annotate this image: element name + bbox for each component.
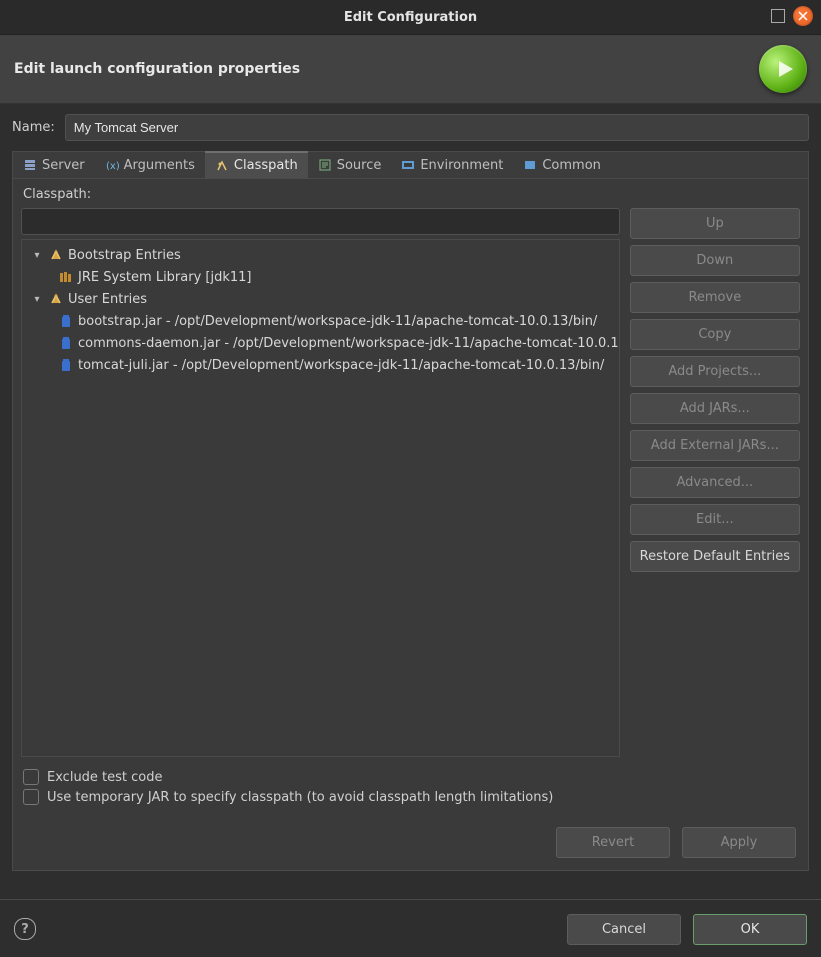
tab-arguments[interactable]: (x) Arguments	[95, 152, 205, 178]
tab-common[interactable]: Common	[513, 152, 611, 178]
collapse-icon[interactable]: ▾	[30, 250, 44, 261]
tree-label: commons-daemon.jar - /opt/Development/wo…	[78, 336, 619, 351]
exclude-test-checkbox[interactable]	[23, 769, 39, 785]
tab-classpath[interactable]: Classpath	[205, 151, 308, 178]
temp-jar-checkbox[interactable]	[23, 789, 39, 805]
name-label: Name:	[12, 120, 55, 135]
apply-button[interactable]: Apply	[682, 827, 796, 858]
titlebar: Edit Configuration	[0, 0, 821, 35]
tree-node-jar[interactable]: commons-daemon.jar - /opt/Development/wo…	[22, 332, 619, 354]
down-button[interactable]: Down	[630, 245, 800, 276]
collapse-icon[interactable]: ▾	[30, 294, 44, 305]
edit-button[interactable]: Edit...	[630, 504, 800, 535]
tree-node-jar[interactable]: tomcat-juli.jar - /opt/Development/works…	[22, 354, 619, 376]
category-icon	[48, 291, 64, 307]
tree-label: JRE System Library [jdk11]	[78, 270, 252, 285]
tab-environment[interactable]: Environment	[391, 152, 513, 178]
ok-button[interactable]: OK	[693, 914, 807, 945]
tab-label: Classpath	[234, 158, 298, 173]
add-external-jars-button[interactable]: Add External JARs...	[630, 430, 800, 461]
run-icon	[759, 45, 807, 93]
tab-label: Server	[42, 158, 85, 173]
tree-label: User Entries	[68, 292, 147, 307]
tree-node-jar[interactable]: bootstrap.jar - /opt/Development/workspa…	[22, 310, 619, 332]
jar-icon	[58, 313, 74, 329]
library-icon	[58, 269, 74, 285]
jar-icon	[58, 357, 74, 373]
tab-content-classpath: Classpath: ▾ Bootstrap Entries	[12, 178, 809, 871]
revert-button[interactable]: Revert	[556, 827, 670, 858]
tree-label: tomcat-juli.jar - /opt/Development/works…	[78, 358, 604, 373]
tabbar: Server (x) Arguments Classpath Source En…	[12, 151, 809, 178]
tab-label: Environment	[420, 158, 503, 173]
maximize-icon[interactable]	[771, 9, 785, 23]
close-icon[interactable]	[793, 6, 813, 26]
remove-button[interactable]: Remove	[630, 282, 800, 313]
category-icon	[48, 247, 64, 263]
common-icon	[523, 158, 537, 172]
up-button[interactable]: Up	[630, 208, 800, 239]
dialog-header: Edit launch configuration properties	[0, 35, 821, 104]
tab-label: Source	[337, 158, 382, 173]
server-icon	[23, 158, 37, 172]
add-projects-button[interactable]: Add Projects...	[630, 356, 800, 387]
advanced-button[interactable]: Advanced...	[630, 467, 800, 498]
tree-node-jre[interactable]: JRE System Library [jdk11]	[22, 266, 619, 288]
classpath-tree[interactable]: ▾ Bootstrap Entries JRE System Library […	[21, 239, 620, 757]
tab-label: Arguments	[124, 158, 195, 173]
tree-label: Bootstrap Entries	[68, 248, 181, 263]
jar-icon	[58, 335, 74, 351]
classpath-filter-input[interactable]	[21, 208, 620, 235]
tab-server[interactable]: Server	[13, 152, 95, 178]
environment-icon	[401, 158, 415, 172]
checkbox-label: Exclude test code	[47, 770, 163, 785]
window-title: Edit Configuration	[344, 10, 477, 25]
tree-node-bootstrap[interactable]: ▾ Bootstrap Entries	[22, 244, 619, 266]
svg-text:(x): (x)	[106, 161, 119, 172]
header-text: Edit launch configuration properties	[14, 61, 300, 77]
source-icon	[318, 158, 332, 172]
tree-node-user[interactable]: ▾ User Entries	[22, 288, 619, 310]
tab-label: Common	[542, 158, 601, 173]
tab-source[interactable]: Source	[308, 152, 392, 178]
help-icon[interactable]: ?	[14, 918, 36, 940]
classpath-label: Classpath:	[23, 187, 91, 202]
checkbox-label: Use temporary JAR to specify classpath (…	[47, 790, 553, 805]
add-jars-button[interactable]: Add JARs...	[630, 393, 800, 424]
name-input[interactable]	[65, 114, 809, 141]
copy-button[interactable]: Copy	[630, 319, 800, 350]
restore-default-button[interactable]: Restore Default Entries	[630, 541, 800, 572]
cancel-button[interactable]: Cancel	[567, 914, 681, 945]
tree-label: bootstrap.jar - /opt/Development/workspa…	[78, 314, 597, 329]
classpath-icon	[215, 159, 229, 173]
arguments-icon: (x)	[105, 158, 119, 172]
